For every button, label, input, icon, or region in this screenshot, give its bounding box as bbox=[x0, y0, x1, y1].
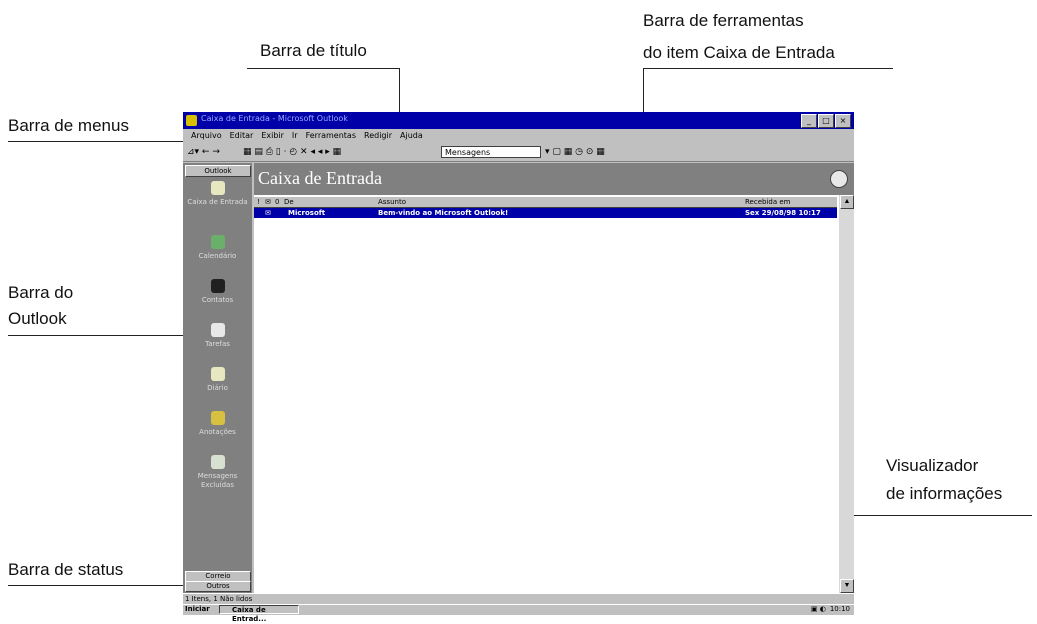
toolbar-view-icons[interactable]: ▾ ▢ ▦ ◷ ⊙ ▦ bbox=[545, 146, 605, 158]
journal-icon bbox=[210, 367, 225, 381]
message-received: Sex 29/08/98 10:17 bbox=[745, 209, 821, 217]
shortcut-anotacoes[interactable]: Anotações bbox=[183, 411, 252, 437]
scroll-down-button[interactable]: ▼ bbox=[840, 579, 854, 593]
folder-select[interactable]: Mensagens bbox=[441, 146, 541, 158]
message-row[interactable]: ✉ Microsoft Bem-vindo ao Microsoft Outlo… bbox=[254, 208, 837, 218]
callout-outlook-bar-line1: Barra do bbox=[8, 283, 74, 302]
tasks-icon bbox=[210, 323, 225, 337]
menu-arquivo[interactable]: Arquivo bbox=[191, 129, 222, 143]
vertical-scrollbar[interactable]: ▲ ▼ bbox=[839, 195, 854, 593]
shortcut-label: Mensagens Excluídas bbox=[197, 472, 238, 489]
start-button[interactable]: Iniciar bbox=[185, 605, 215, 614]
windows-taskbar: Iniciar Caixa de Entrad... ▣ ◐ 10:10 bbox=[183, 604, 854, 623]
clock: 10:10 bbox=[829, 605, 850, 613]
window-controls: _ □ × bbox=[801, 114, 851, 128]
menu-ajuda[interactable]: Ajuda bbox=[400, 129, 423, 143]
col-attachment[interactable]: 0 bbox=[275, 197, 279, 207]
outlook-app-icon[interactable] bbox=[186, 115, 197, 126]
callout-title-bar: Barra de título bbox=[260, 41, 367, 60]
menu-ir[interactable]: Ir bbox=[292, 129, 298, 143]
information-viewer[interactable]: ! ✉ 0 De Assunto Recebida em ✉ Microsoft… bbox=[254, 195, 839, 593]
folder-name[interactable]: Caixa de Entrada bbox=[258, 168, 382, 189]
envelope-icon: ✉ bbox=[265, 209, 271, 217]
callout-toolbar-line2: do item Caixa de Entrada bbox=[643, 43, 835, 62]
shortcut-label: Caixa de Entrada bbox=[187, 198, 248, 206]
menu-redigir[interactable]: Redigir bbox=[364, 129, 392, 143]
system-tray: ▣ ◐ 10:10 bbox=[811, 605, 850, 614]
callout-line-title-h bbox=[247, 68, 399, 69]
callout-status-bar: Barra de status bbox=[8, 560, 124, 579]
status-bar: 1 Itens, 1 Não lidos bbox=[183, 593, 854, 604]
scroll-up-button[interactable]: ▲ bbox=[840, 195, 854, 209]
outlook-group-button[interactable]: Outlook bbox=[185, 165, 251, 177]
toolbar-action-icons[interactable]: ▦ ▤ ⎙ ▯ · ◴ ✕ ◂ ◂ ▸ ▦ bbox=[243, 146, 341, 158]
column-headers: ! ✉ 0 De Assunto Recebida em bbox=[254, 197, 837, 208]
shortcut-label: Calendário bbox=[198, 252, 237, 260]
col-from[interactable]: De bbox=[284, 197, 294, 207]
callout-viewer-line1: Visualizador bbox=[886, 456, 979, 475]
shortcut-caixa-de-entrada[interactable]: Caixa de Entrada bbox=[183, 181, 252, 207]
shortcut-contatos[interactable]: Contatos bbox=[183, 279, 252, 305]
menu-bar: Arquivo Editar Exibir Ir Ferramentas Red… bbox=[183, 129, 854, 143]
taskbar-outlook-item[interactable]: Caixa de Entrad... bbox=[219, 605, 299, 623]
other-group-button[interactable]: Outros bbox=[185, 581, 251, 592]
maximize-button[interactable]: □ bbox=[818, 114, 834, 128]
shortcut-label: Contatos bbox=[201, 296, 234, 304]
callout-line-menu bbox=[8, 141, 196, 142]
col-received[interactable]: Recebida em bbox=[745, 197, 790, 207]
callout-line-title-v bbox=[399, 68, 400, 114]
minimize-button[interactable]: _ bbox=[801, 114, 817, 128]
message-from: Microsoft bbox=[288, 209, 326, 217]
callout-line-outlook-bar bbox=[8, 335, 204, 336]
status-text: 1 Itens, 1 Não lidos bbox=[185, 595, 253, 603]
shortcut-diario[interactable]: Diário bbox=[183, 367, 252, 393]
shortcut-tarefas[interactable]: Tarefas bbox=[183, 323, 252, 349]
callout-viewer-line2: de informações bbox=[886, 484, 1003, 503]
folder-banner-icon bbox=[830, 170, 848, 188]
callout-line-toolbar-h bbox=[643, 68, 893, 69]
shortcut-mensagens-excluidas[interactable]: Mensagens Excluídas bbox=[183, 455, 252, 490]
message-subject: Bem-vindo ao Microsoft Outlook! bbox=[378, 209, 509, 217]
col-importance[interactable]: ! bbox=[257, 197, 260, 207]
folder-banner: Caixa de Entrada bbox=[254, 163, 854, 195]
menu-ferramentas[interactable]: Ferramentas bbox=[306, 129, 356, 143]
inbox-icon bbox=[210, 181, 225, 195]
callout-menu-bar: Barra de menus bbox=[8, 116, 129, 135]
toolbar-nav-icons[interactable]: ⊿▾ ← → bbox=[187, 146, 220, 158]
shortcut-calendario[interactable]: Calendário bbox=[183, 235, 252, 261]
menu-editar[interactable]: Editar bbox=[230, 129, 254, 143]
outlook-window: Caixa de Entrada - Microsoft Outlook _ □… bbox=[183, 112, 854, 623]
callout-toolbar-line1: Barra de ferramentas bbox=[643, 11, 804, 30]
close-button[interactable]: × bbox=[835, 114, 851, 128]
col-subject[interactable]: Assunto bbox=[378, 197, 406, 207]
callout-outlook-bar-line2: Outlook bbox=[8, 309, 67, 328]
menu-exibir[interactable]: Exibir bbox=[261, 129, 284, 143]
shortcut-label: Diário bbox=[207, 384, 228, 392]
calendar-icon bbox=[210, 235, 225, 249]
toolbar: ⊿▾ ← → ▦ ▤ ⎙ ▯ · ◴ ✕ ◂ ◂ ▸ ▦ Mensagens ▾… bbox=[183, 143, 854, 162]
shortcut-label: Anotações bbox=[199, 428, 236, 436]
callout-line-status bbox=[8, 585, 186, 586]
contacts-icon bbox=[210, 279, 225, 293]
shortcut-label: Tarefas bbox=[205, 340, 230, 348]
tray-icons[interactable]: ▣ ◐ bbox=[811, 605, 826, 614]
col-icon[interactable]: ✉ bbox=[265, 197, 271, 207]
deleted-items-icon bbox=[210, 455, 225, 469]
outlook-bar: Outlook Caixa de Entrada Calendário Cont… bbox=[183, 163, 254, 593]
notes-icon bbox=[210, 411, 225, 425]
title-bar[interactable]: Caixa de Entrada - Microsoft Outlook _ □… bbox=[183, 112, 854, 129]
window-title: Caixa de Entrada - Microsoft Outlook bbox=[201, 114, 348, 123]
